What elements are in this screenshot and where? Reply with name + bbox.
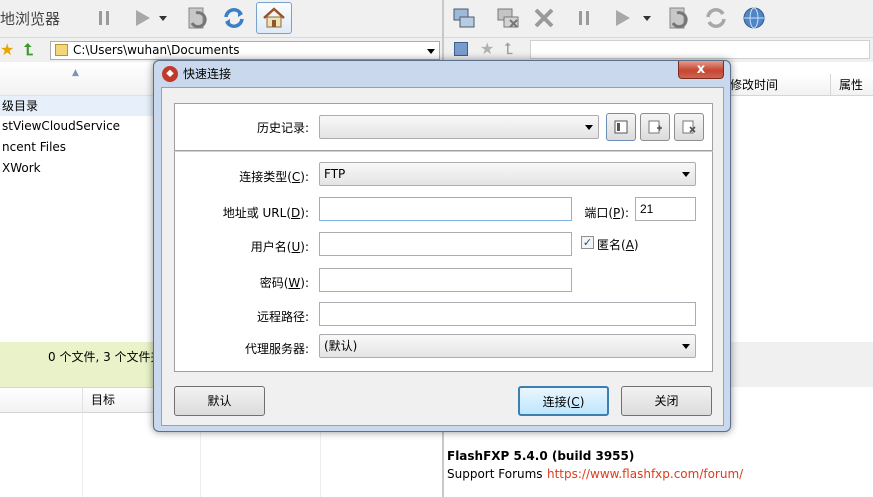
connect-icon[interactable] xyxy=(450,4,478,32)
globe-icon[interactable] xyxy=(740,4,768,32)
remote-path-input[interactable] xyxy=(319,302,696,326)
right-path-bar: ★ ⮤ xyxy=(444,38,873,62)
up-folder-icon-right[interactable]: ⮤ xyxy=(504,39,513,59)
conn-type-label: 连接类型(C): xyxy=(239,170,309,184)
remote-path-label: 远程路径: xyxy=(256,310,309,324)
close-button[interactable]: 关闭 xyxy=(621,386,712,416)
list-item-label: 级目录 xyxy=(2,99,39,113)
pause-icon-right[interactable] xyxy=(570,4,598,32)
list-item-label: stViewCloudService xyxy=(2,119,121,133)
proxy-label: 代理服务器: xyxy=(244,342,309,356)
port-input[interactable] xyxy=(635,197,696,221)
list-view-icon xyxy=(614,120,628,134)
dropdown-arrow-icon-right[interactable] xyxy=(640,4,654,32)
play-icon[interactable] xyxy=(128,4,156,32)
default-button[interactable]: 默认 xyxy=(174,386,265,416)
chevron-down-icon xyxy=(682,172,690,177)
history-add-button[interactable] xyxy=(640,113,670,141)
log-version: FlashFXP 5.4.0 (build 3955) xyxy=(447,449,635,463)
address-input[interactable] xyxy=(319,197,572,221)
queue-grid-line xyxy=(82,413,83,497)
conn-type-select[interactable]: FTP xyxy=(319,162,696,186)
history-label: 历史记录: xyxy=(256,121,309,135)
column-attributes[interactable]: 属性 xyxy=(830,74,873,96)
refresh-transfer-icon[interactable] xyxy=(183,4,211,32)
connection-panel: 连接类型(C): FTP 地址或 URL(D): 端口(P): 用户名(U): … xyxy=(174,151,713,372)
username-label: 用户名(U): xyxy=(250,240,309,254)
sitemap-icon[interactable] xyxy=(454,42,468,56)
dropdown-arrow-icon[interactable] xyxy=(156,4,170,32)
delete-bookmark-icon xyxy=(682,120,696,134)
abort-icon[interactable] xyxy=(530,4,558,32)
log-forums-link[interactable]: https://www.flashfxp.com/forum/ xyxy=(547,467,743,481)
history-delete-button[interactable] xyxy=(674,113,704,141)
up-folder-icon[interactable]: ⮤ xyxy=(24,40,33,60)
anonymous-checkbox[interactable]: ✓ xyxy=(581,236,594,249)
left-path-text: C:\Users\wuhan\Documents xyxy=(73,43,240,57)
username-input[interactable] xyxy=(319,232,572,256)
favorites-star-icon[interactable]: ★ xyxy=(0,40,14,59)
refresh-icon[interactable] xyxy=(220,4,248,32)
home-icon[interactable] xyxy=(256,2,292,34)
password-label: 密码(W): xyxy=(259,276,309,290)
proxy-select[interactable]: (默认) xyxy=(319,334,696,358)
history-combo[interactable] xyxy=(319,115,599,139)
history-panel: 历史记录: xyxy=(174,103,713,151)
pause-icon[interactable] xyxy=(90,4,118,32)
refresh-transfer-icon-right[interactable] xyxy=(664,4,692,32)
path-dropdown-icon[interactable] xyxy=(427,49,435,54)
port-label: 端口(P): xyxy=(584,206,629,220)
refresh-icon-right[interactable] xyxy=(702,4,730,32)
folder-icon xyxy=(55,44,68,56)
column-modified[interactable]: 修改时间 xyxy=(730,74,778,96)
chevron-down-icon xyxy=(585,125,593,130)
list-item-label: ncent Files xyxy=(2,140,67,154)
sort-arrow-icon: ▲ xyxy=(72,68,79,78)
add-bookmark-icon xyxy=(648,120,662,134)
play-icon-right[interactable] xyxy=(608,4,636,32)
connect-button[interactable]: 连接(C) xyxy=(518,386,609,416)
anonymous-label[interactable]: 匿名(A) xyxy=(597,236,639,253)
address-label: 地址或 URL(D): xyxy=(222,206,309,220)
left-panel-title: 地浏览器 xyxy=(0,10,61,28)
left-status-text: 0 个文件, 3 个文件夹 xyxy=(48,350,163,364)
history-view-button[interactable] xyxy=(606,113,636,141)
dialog-body: 历史记录: 连接类型(C): FTP 地址或 URL(D): 端口(P): 21… xyxy=(161,87,724,426)
proxy-value: (默认) xyxy=(324,339,358,353)
dialog-title: 快速连接 xyxy=(183,67,232,81)
disconnect-icon[interactable] xyxy=(494,4,522,32)
conn-type-value: FTP xyxy=(324,167,346,181)
close-icon[interactable]: x xyxy=(678,61,724,79)
favorites-star-icon-right[interactable]: ★ xyxy=(480,39,494,58)
list-item-label: XWork xyxy=(2,161,41,175)
main-toolbar: 地浏览器 xyxy=(0,0,873,38)
chevron-down-icon xyxy=(682,344,690,349)
password-input[interactable] xyxy=(319,268,572,292)
left-path-combo[interactable]: C:\Users\wuhan\Documents xyxy=(50,41,440,60)
right-path-combo[interactable] xyxy=(530,40,870,59)
quick-connect-dialog: ⬥ 快速连接 x 历史记录: 连接类型(C): FTP 地址或 URL(D): … xyxy=(153,60,731,432)
log-forums-label: Support Forums xyxy=(447,467,543,481)
